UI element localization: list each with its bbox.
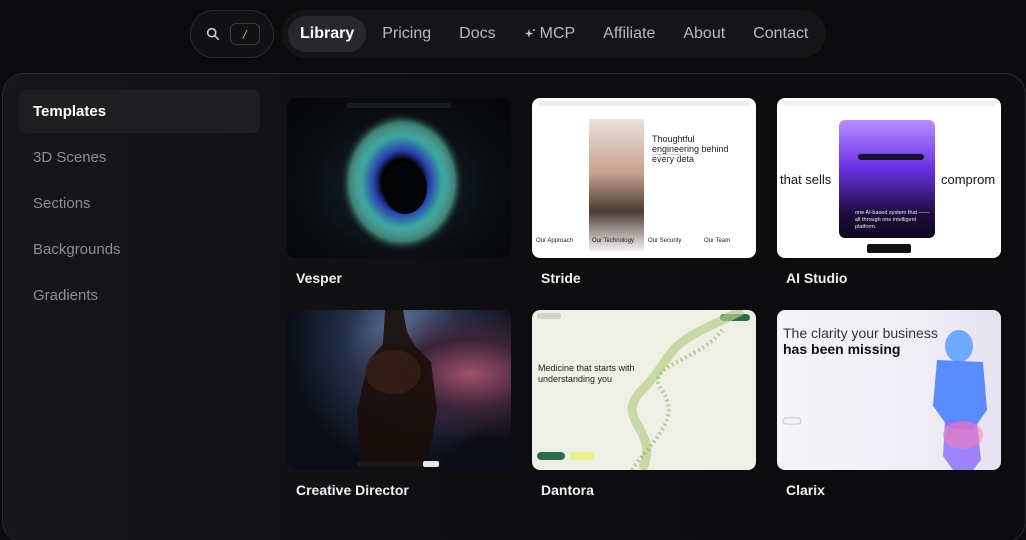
nav-docs[interactable]: Docs: [447, 16, 507, 52]
template-thumbnail: one AI-based system that —— all through …: [777, 98, 1001, 258]
template-thumbnail: [287, 98, 511, 258]
search-shortcut-key: /: [230, 23, 260, 45]
particle-sphere-image: [340, 103, 464, 252]
stride-col-4: Our Team: [704, 238, 731, 244]
template-card-stride[interactable]: Thoughtful engineering behind every deta…: [532, 98, 756, 286]
sidebar-item-gradients[interactable]: Gradients: [19, 274, 260, 317]
ai-studio-left-text: that sells: [780, 172, 832, 187]
ai-studio-right-text: comprom: [941, 172, 996, 187]
template-card-ai-studio[interactable]: one AI-based system that —— all through …: [777, 98, 1001, 286]
library-panel: Templates 3D Scenes Sections Backgrounds…: [2, 73, 1026, 540]
template-card-creative-director[interactable]: Creative Director: [287, 310, 511, 498]
template-thumbnail: The clarity your business has been missi…: [777, 310, 1001, 470]
search-button[interactable]: /: [190, 10, 274, 58]
top-navigation: / Library Pricing Docs MCP Affiliate Abo…: [190, 10, 827, 58]
nav-contact[interactable]: Contact: [741, 16, 820, 52]
nav-affiliate[interactable]: Affiliate: [591, 16, 667, 52]
template-title: Stride: [541, 270, 581, 286]
template-thumbnail: Medicine that starts with understanding …: [532, 310, 756, 470]
robot-figure-image: [782, 330, 987, 470]
sidebar-item-templates[interactable]: Templates: [19, 90, 260, 133]
search-icon: [206, 27, 220, 41]
template-card-vesper[interactable]: Vesper: [287, 98, 511, 286]
template-title: AI Studio: [786, 270, 848, 286]
portrait-silhouette-image: [357, 310, 441, 470]
stride-col-1: Our Approach: [536, 238, 574, 244]
stride-headline: Thoughtful engineering behind every deta: [652, 134, 729, 164]
nav-library[interactable]: Library: [288, 16, 367, 52]
nav-mcp[interactable]: MCP: [512, 16, 588, 52]
nav-mcp-label: MCP: [539, 25, 576, 42]
nav-about[interactable]: About: [671, 16, 737, 52]
sidebar-item-backgrounds[interactable]: Backgrounds: [19, 228, 260, 271]
nav-menu: Library Pricing Docs MCP Affiliate About…: [282, 10, 827, 58]
template-thumbnail: Thoughtful engineering behind every deta…: [532, 98, 756, 258]
stride-col-2: Our Technology: [592, 238, 634, 244]
template-thumbnail: [287, 310, 511, 470]
template-title: Clarix: [786, 482, 825, 498]
template-title: Vesper: [296, 270, 342, 286]
stride-col-3: Our Security: [648, 238, 682, 244]
nav-pricing[interactable]: Pricing: [370, 16, 443, 52]
dna-helix-image: [627, 310, 745, 470]
template-card-clarix[interactable]: The clarity your business has been missi…: [777, 310, 1001, 498]
category-sidebar: Templates 3D Scenes Sections Backgrounds…: [19, 90, 260, 320]
template-title: Dantora: [541, 482, 594, 498]
sidebar-item-sections[interactable]: Sections: [19, 182, 260, 225]
template-card-dantora[interactable]: Medicine that starts with understanding …: [532, 310, 756, 498]
sidebar-item-3d-scenes[interactable]: 3D Scenes: [19, 136, 260, 179]
template-title: Creative Director: [296, 482, 409, 498]
sparkle-icon: [524, 29, 535, 38]
ai-studio-body: one AI-based system that —— all through …: [855, 210, 930, 230]
dantora-headline: Medicine that starts with understanding …: [538, 363, 635, 384]
